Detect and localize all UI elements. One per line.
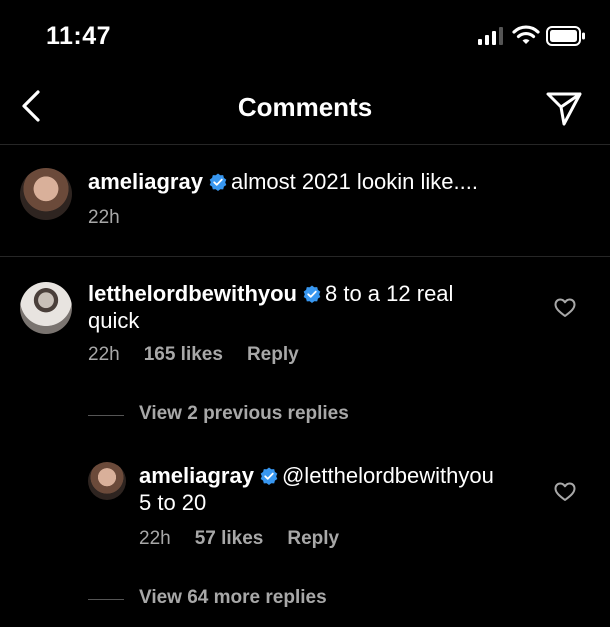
comment-body-line2: quick (88, 308, 140, 333)
comment-text: letthelordbewithyou 8 to a 12 real quick (88, 280, 528, 334)
comment-username[interactable]: letthelordbewithyou (88, 281, 297, 306)
avatar[interactable] (20, 168, 72, 220)
caption-body: almost 2021 lookin like.... (230, 169, 478, 194)
reply-body: 5 to 20 (139, 490, 207, 515)
avatar[interactable] (88, 462, 126, 500)
reply-username[interactable]: ameliagray (139, 463, 254, 488)
verified-icon (260, 467, 278, 485)
wifi-icon (512, 25, 540, 44)
battery-icon (546, 26, 585, 46)
reply-likes[interactable]: 57 likes (195, 528, 264, 549)
caption-divider (0, 256, 610, 257)
status-time: 11:47 (46, 22, 112, 50)
comment-meta: 22h 165 likes Reply (88, 344, 323, 366)
header-divider (0, 144, 610, 145)
comment-body-line1: 8 to a 12 real (325, 281, 454, 306)
reply-time: 22h (139, 528, 171, 549)
page-title: Comments (237, 92, 373, 122)
reply-mention[interactable]: @letthelordbewithyou (282, 463, 494, 488)
avatar[interactable] (20, 282, 72, 334)
verified-icon (209, 173, 227, 191)
caption-text: ameliagray almost 2021 lookin like.... (88, 168, 588, 195)
reply-reply-button[interactable]: Reply (287, 528, 339, 549)
caption-username[interactable]: ameliagray (88, 169, 203, 194)
view-previous-replies-button[interactable]: View 2 previous replies (139, 403, 349, 425)
comment-time: 22h (88, 344, 120, 365)
comment-reply-button[interactable]: Reply (247, 344, 299, 365)
reply-text: ameliagray @letthelordbewithyou 5 to 20 (139, 462, 539, 516)
send-icon[interactable] (544, 88, 584, 128)
heart-icon[interactable] (554, 482, 576, 502)
comment-likes[interactable]: 165 likes (144, 344, 223, 365)
caption-meta: 22h (88, 207, 144, 229)
verified-icon (303, 285, 321, 303)
heart-icon[interactable] (554, 298, 576, 318)
reply-meta: 22h 57 likes Reply (139, 528, 363, 550)
replies-divider-line (88, 415, 124, 416)
signal-icon (478, 27, 503, 45)
replies-divider-line (88, 599, 124, 600)
view-more-replies-button[interactable]: View 64 more replies (139, 587, 327, 609)
caption-time: 22h (88, 207, 120, 228)
